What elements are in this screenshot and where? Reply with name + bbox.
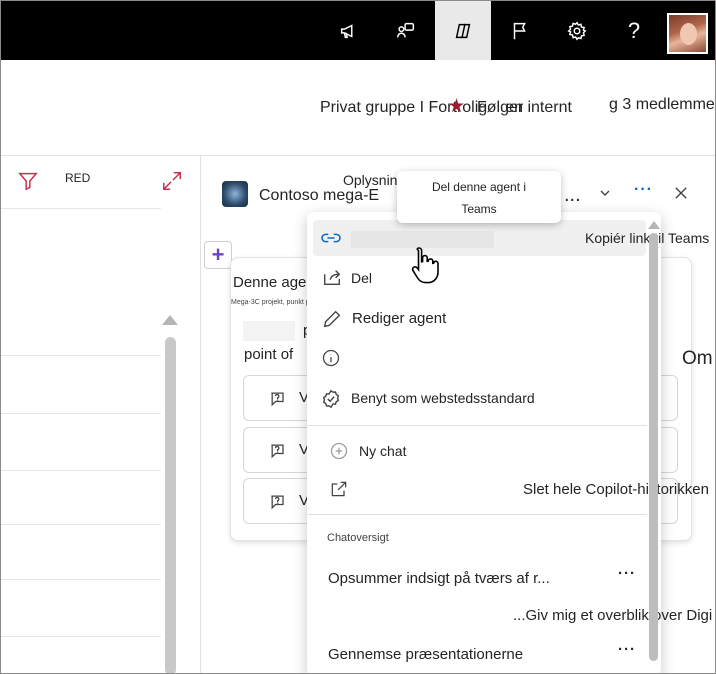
new-chat-icon [329, 441, 349, 466]
chevron-down-icon[interactable] [597, 185, 613, 206]
list-divider [1, 413, 161, 414]
new-chat-label[interactable]: Ny chat [359, 443, 406, 459]
agent-name: Contoso mega-E [259, 187, 380, 204]
tooltip-line: Teams [461, 202, 497, 216]
card-subtitle: Mega-3C projekt, punkt på [231, 299, 314, 306]
edit-agent-label[interactable]: Rediger agent [352, 310, 446, 327]
new-chat-plus-button[interactable]: + [204, 241, 232, 269]
app-window: ? Privat gruppe I Fortrolig ★ Følgeren i… [0, 0, 716, 674]
history-item[interactable]: Opsummer indsigt på tværs af r... [328, 570, 550, 587]
settings-icon[interactable] [549, 1, 605, 60]
scroll-up-arrow[interactable] [162, 315, 178, 325]
about-label: Om [682, 348, 713, 369]
list-divider [1, 470, 161, 471]
megaphone-icon[interactable] [321, 1, 377, 60]
menu-scrollbar[interactable] [649, 233, 658, 661]
follow-button[interactable]: Følgeren internt [477, 99, 572, 117]
history-item-more-button[interactable]: ··· [618, 641, 636, 658]
chat-help-icon [268, 389, 288, 414]
info-icon[interactable] [321, 348, 341, 373]
more-options-button[interactable]: ... [564, 185, 581, 205]
tooltip-line: Del denne agent i [431, 180, 527, 194]
hand-cursor-icon [407, 245, 441, 290]
list-divider [1, 579, 161, 580]
chat-help-icon [268, 441, 288, 466]
agent-avatar-icon [222, 181, 248, 207]
share-tooltip: Del denne agent i Teams [397, 171, 561, 223]
copy-link-label[interactable]: Kopiér link til Teams [585, 230, 709, 246]
menu-scroll-up-arrow[interactable] [648, 221, 660, 229]
list-divider [1, 208, 161, 209]
members-count[interactable]: g 3 medlemmer [609, 96, 715, 114]
share-label[interactable]: Del [351, 270, 372, 286]
menu-divider [307, 425, 647, 426]
star-icon[interactable]: ★ [448, 95, 465, 118]
chat-history-heading: Chatoversigt [327, 532, 389, 544]
menu-divider [307, 514, 647, 515]
close-icon[interactable] [672, 184, 690, 207]
card-point-text: point of [244, 346, 294, 363]
history-item[interactable]: Gennemse præsentationerne [328, 646, 523, 663]
chat-help-icon [268, 492, 288, 517]
open-external-icon [329, 479, 349, 504]
expand-icon[interactable] [161, 170, 183, 197]
placeholder-block [243, 321, 295, 341]
filter-label: RED [65, 171, 91, 185]
feedback-icon[interactable] [378, 1, 434, 60]
top-navigation-bar: ? [1, 1, 715, 60]
flag-icon[interactable] [492, 1, 548, 60]
edit-icon [321, 308, 343, 335]
list-divider [1, 355, 161, 356]
filter-icon[interactable] [17, 170, 39, 197]
list-scrollbar[interactable] [165, 337, 176, 673]
history-item-more-button[interactable]: ··· [618, 565, 636, 582]
set-default-label[interactable]: Benyt som webstedsstandard [351, 390, 535, 406]
history-item[interactable]: ...Giv mig et overblik over Digi [513, 607, 712, 624]
avatar[interactable] [667, 13, 708, 54]
help-icon[interactable]: ? [606, 1, 662, 60]
list-divider [1, 524, 161, 525]
share-icon [321, 267, 343, 292]
copilot-icon[interactable] [435, 1, 491, 60]
delete-history-label[interactable]: Slet hele Copilot-historikken [523, 481, 709, 498]
verified-icon [320, 388, 342, 415]
link-icon [320, 229, 342, 252]
more-actions-button[interactable]: ··· [634, 181, 653, 199]
list-divider [1, 636, 161, 637]
